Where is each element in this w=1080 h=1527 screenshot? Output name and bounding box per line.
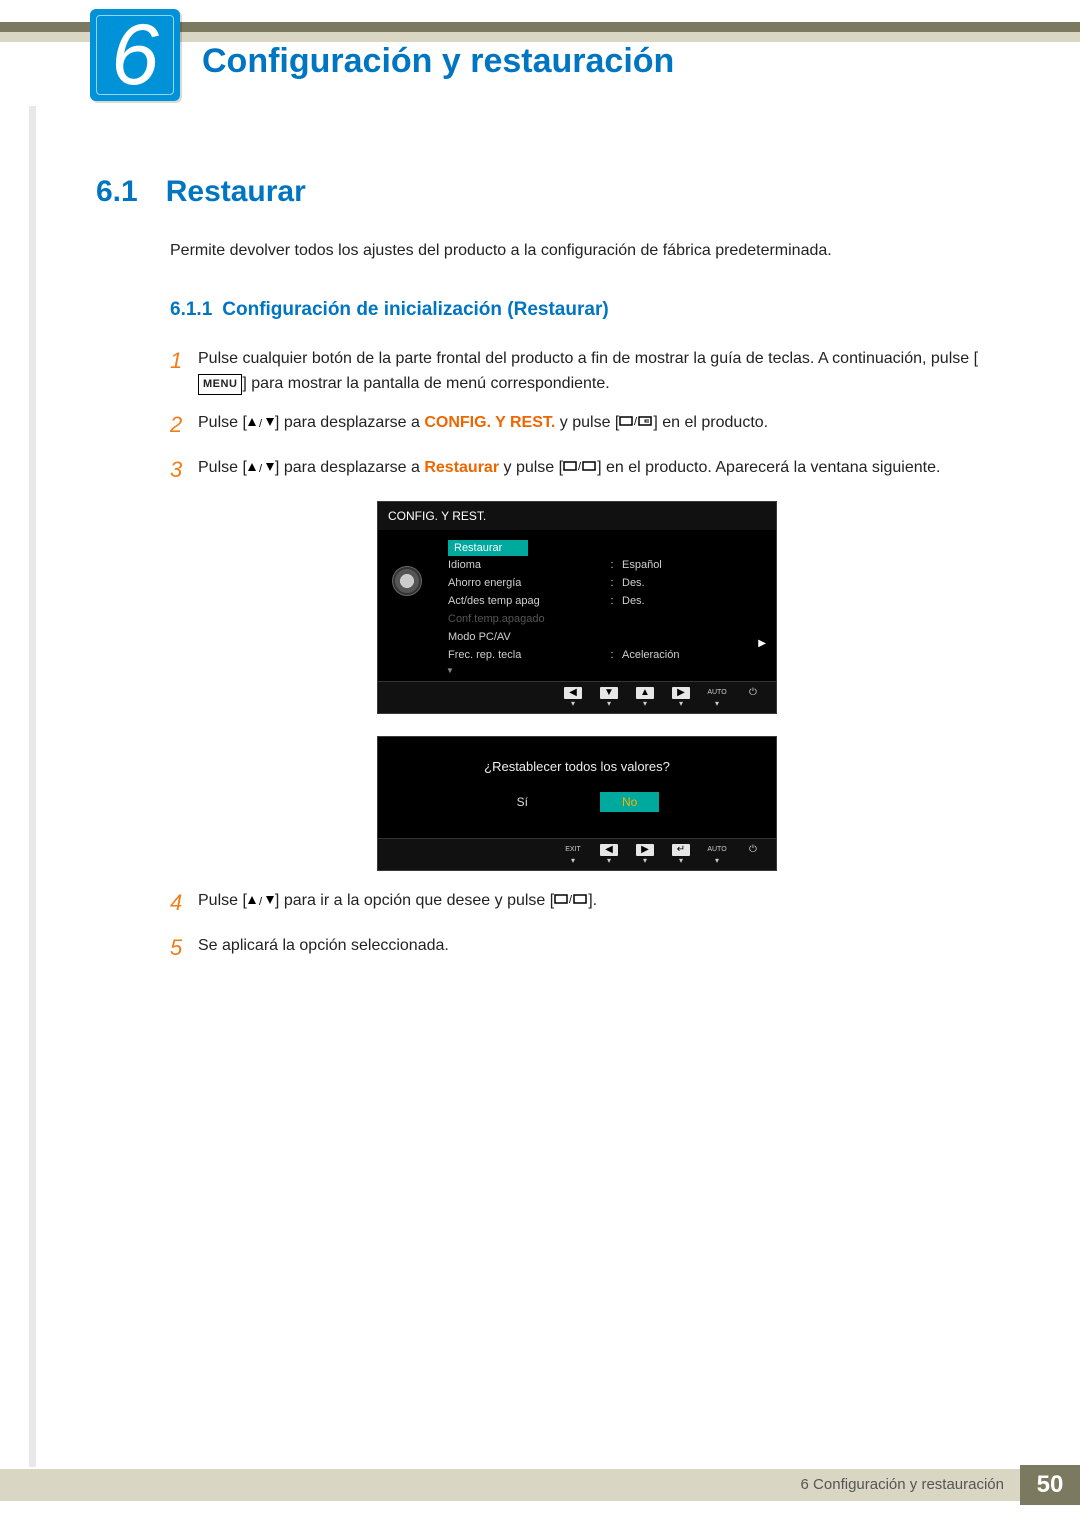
osd-item: Act/des temp apag:Des.: [448, 592, 766, 610]
nav-power-icon: ⏻: [740, 844, 766, 865]
osd-title: CONFIG. Y REST.: [378, 502, 776, 530]
content-area: 6.1 Restaurar Permite devolver todos los …: [96, 175, 984, 979]
up-down-icon: /: [247, 414, 275, 431]
step-number: 2: [170, 408, 198, 442]
svg-text:/: /: [259, 896, 263, 907]
osd-item: Ahorro energía:Des.: [448, 574, 766, 592]
subsection-heading: 6.1.1 Configuración de inicialización (Re…: [170, 299, 984, 321]
gear-icon: [392, 566, 422, 596]
subsection-title: Configuración de inicialización (Restaur…: [222, 299, 608, 320]
source-enter-icon: /: [619, 414, 653, 431]
step-1: 1 Pulse cualquier botón de la parte fron…: [170, 347, 984, 397]
osd-item: Idioma:Español: [448, 556, 766, 574]
chapter-number: 6: [111, 6, 159, 105]
side-strip: [29, 106, 36, 1467]
page-number: 50: [1020, 1465, 1080, 1505]
footer-bar: 6 Configuración y restauración: [0, 1469, 1080, 1501]
osd-navbar: EXIT▾ ◀▾ ▶▾ ↵▾ AUTO▾ ⏻: [378, 838, 776, 870]
step-2: 2 Pulse [/] para desplazarse a CONFIG. Y…: [170, 411, 984, 442]
chevron-down-icon: ▼: [446, 666, 766, 675]
step-4: 4 Pulse [/] para ir a la opción que dese…: [170, 889, 984, 920]
section-title: Restaurar: [166, 175, 306, 208]
osd-navbar: ◀▾ ▼▾ ▲▾ ▶▾ AUTO▾ ⏻: [378, 681, 776, 713]
section-description: Permite devolver todos los ajustes del p…: [170, 239, 984, 263]
nav-left-icon: ◀▾: [560, 687, 586, 708]
document-page: 6 Configuración y restauración 6.1 Restau…: [0, 0, 1080, 1527]
up-down-icon: /: [247, 892, 275, 909]
step-text: Pulse [/] para desplazarse a CONFIG. Y R…: [198, 411, 984, 442]
subsection-number: 6.1.1: [170, 299, 212, 320]
step-number: 4: [170, 886, 198, 920]
step-5: 5 Se aplicará la opción seleccionada.: [170, 934, 984, 965]
highlight-config: CONFIG. Y REST.: [424, 414, 555, 431]
osd-item: Modo PC/AV: [448, 628, 766, 646]
osd-item-disabled: Conf.temp.apagado: [448, 610, 766, 628]
step-number: 3: [170, 453, 198, 487]
osd-item-restaurar: Restaurar: [448, 540, 528, 556]
svg-text:/: /: [259, 463, 263, 474]
source-enter-icon: /: [563, 459, 597, 476]
chapter-number-badge: 6: [90, 9, 180, 101]
svg-text:/: /: [634, 416, 638, 427]
nav-right-icon: ▶▾: [668, 687, 694, 708]
menu-chip: MENU: [198, 374, 242, 395]
nav-auto: AUTO▾: [704, 687, 730, 708]
nav-power-icon: ⏻: [740, 687, 766, 708]
osd-confirm-dialog: ¿Restablecer todos los valores? Sí No EX…: [377, 736, 777, 871]
osd-body: ¿Restablecer todos los valores? Sí No: [378, 737, 776, 838]
steps-list: 1 Pulse cualquier botón de la parte fron…: [170, 347, 984, 487]
svg-text:/: /: [578, 461, 582, 472]
svg-text:/: /: [259, 418, 263, 429]
step-text: Se aplicará la opción seleccionada.: [198, 934, 984, 965]
steps-list-cont: 4 Pulse [/] para ir a la opción que dese…: [170, 889, 984, 965]
confirm-options: Sí No: [388, 792, 766, 812]
osd-item: Frec. rep. tecla:Aceleración: [448, 646, 766, 664]
nav-down-icon: ▼▾: [596, 687, 622, 708]
osd-body: Restaurar Idioma:Español Ahorro energía:…: [378, 530, 776, 681]
step-text: Pulse cualquier botón de la parte fronta…: [198, 347, 984, 397]
step-number: 5: [170, 931, 198, 965]
section-number: 6.1: [96, 175, 138, 208]
step-number: 1: [170, 344, 198, 397]
step-text: Pulse [/] para ir a la opción que desee …: [198, 889, 984, 920]
option-no-selected: No: [600, 792, 659, 812]
osd-screenshots: CONFIG. Y REST. Restaurar Idioma:Español…: [170, 501, 984, 871]
nav-exit: EXIT▾: [560, 844, 586, 865]
footer-text: 6 Configuración y restauración: [801, 1476, 1004, 1493]
nav-left-icon: ◀▾: [596, 844, 622, 865]
highlight-restaurar: Restaurar: [424, 459, 499, 476]
nav-auto: AUTO▾: [704, 844, 730, 865]
confirm-question: ¿Restablecer todos los valores?: [388, 759, 766, 774]
nav-enter-icon: ↵▾: [668, 844, 694, 865]
osd-menu-config: CONFIG. Y REST. Restaurar Idioma:Español…: [377, 501, 777, 714]
source-enter-icon: /: [554, 892, 588, 909]
svg-text:/: /: [569, 894, 573, 905]
nav-right-icon: ▶▾: [632, 844, 658, 865]
chevron-right-icon: ▶: [758, 638, 766, 649]
option-yes: Sí: [495, 792, 550, 812]
chapter-title: Configuración y restauración: [202, 42, 674, 81]
step-3: 3 Pulse [/] para desplazarse a Restaurar…: [170, 456, 984, 487]
nav-up-icon: ▲▾: [632, 687, 658, 708]
step-text: Pulse [/] para desplazarse a Restaurar y…: [198, 456, 984, 487]
up-down-icon: /: [247, 459, 275, 476]
section-heading: 6.1 Restaurar: [96, 175, 984, 209]
